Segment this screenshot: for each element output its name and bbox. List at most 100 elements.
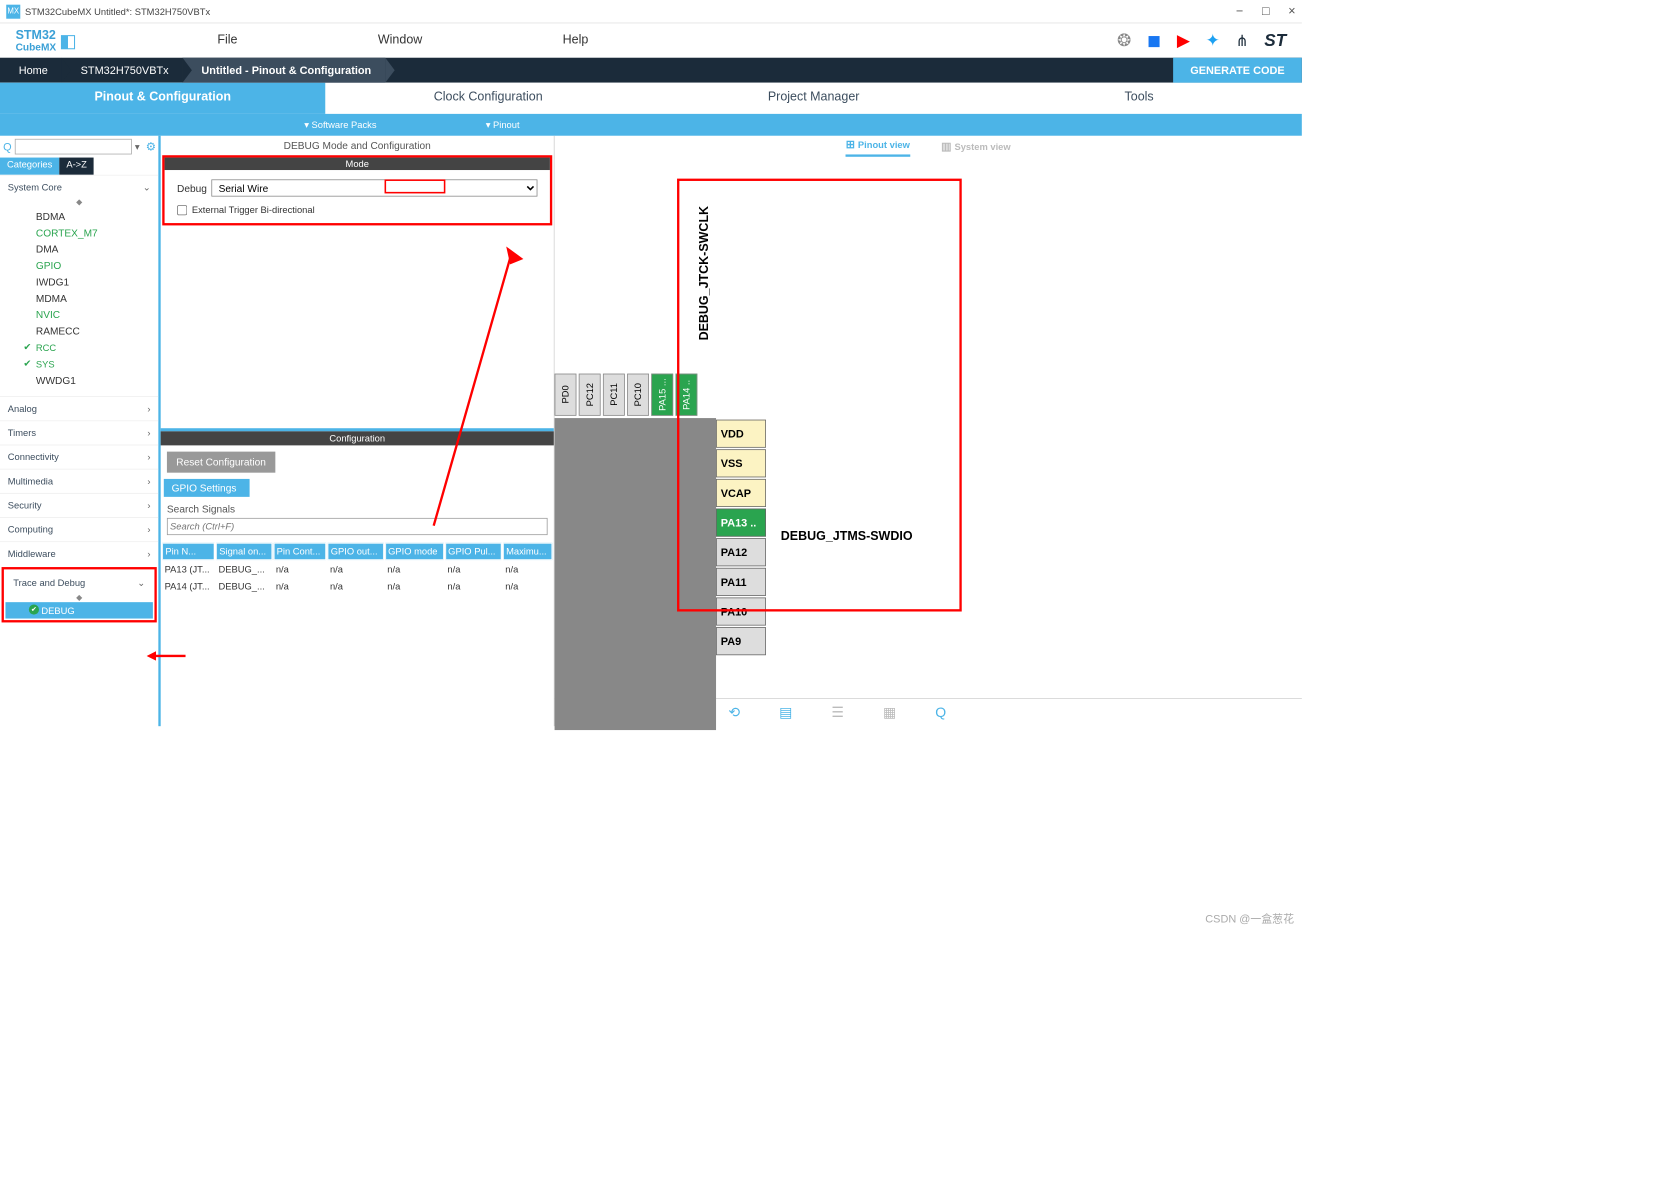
cat-analog[interactable]: Analog› bbox=[0, 396, 158, 420]
list-icon[interactable]: ☰ bbox=[831, 704, 844, 720]
cat-middleware[interactable]: Middleware› bbox=[0, 541, 158, 565]
watermark: CSDN @一盒葱花 bbox=[1205, 911, 1294, 927]
youtube-icon[interactable]: ▶ bbox=[1177, 30, 1190, 50]
cat-timers[interactable]: Timers› bbox=[0, 420, 158, 444]
search-icon: Q bbox=[3, 140, 11, 152]
cat-multimedia[interactable]: Multimedia› bbox=[0, 469, 158, 493]
software-packs-menu[interactable]: Software Packs bbox=[304, 119, 376, 130]
sidebar-item-dma[interactable]: DMA bbox=[0, 241, 158, 257]
breadcrumb-chip[interactable]: STM32H750VBTx bbox=[62, 58, 183, 83]
social-icons: ❂ ◼ ▶ ✦ ⋔ ST bbox=[1117, 30, 1286, 50]
pin-pa14[interactable]: PA14 .. bbox=[675, 374, 697, 416]
search-icon[interactable]: Q bbox=[935, 704, 946, 720]
sidebar-item-mdma[interactable]: MDMA bbox=[0, 290, 158, 306]
main-tabs: Pinout & Configuration Clock Configurati… bbox=[0, 83, 1302, 114]
az-tab[interactable]: A->Z bbox=[59, 158, 94, 175]
facebook-icon[interactable]: ◼ bbox=[1147, 30, 1161, 50]
rotate-icon[interactable]: ⟲ bbox=[728, 704, 740, 720]
pin-pa9[interactable]: PA9 bbox=[716, 627, 766, 655]
sidebar-item-gpio[interactable]: GPIO bbox=[0, 257, 158, 273]
window-controls: − □ × bbox=[1236, 4, 1296, 18]
right-panel: ⊞ Pinout view ▥ System view DEBUG_JTCK-S… bbox=[555, 136, 1302, 726]
check-icon: ✔ bbox=[23, 342, 31, 353]
debug-label: Debug bbox=[177, 182, 207, 194]
system-view-tab[interactable]: ▥ System view bbox=[941, 139, 1011, 155]
pinout-menu[interactable]: Pinout bbox=[486, 119, 520, 130]
table-row: PA14 (JT...DEBUG_...n/an/an/an/an/a bbox=[162, 579, 552, 595]
breadcrumb-home[interactable]: Home bbox=[0, 58, 62, 83]
check-icon: ✔ bbox=[23, 358, 31, 369]
pin-vcap[interactable]: VCAP bbox=[716, 479, 766, 507]
pin-pa11[interactable]: PA11 bbox=[716, 568, 766, 596]
window-title: STM32CubeMX Untitled*: STM32H750VBTx bbox=[25, 6, 210, 17]
menu-window[interactable]: Window bbox=[378, 34, 422, 48]
chip-view[interactable]: DEBUG_JTCK-SWCLK PD0 PC12 PC11 PC10 PA15… bbox=[555, 159, 1302, 698]
left-panel: Q ▾ ⚙ Categories A->Z System Core⌄ ◆ BDM… bbox=[0, 136, 161, 726]
debug-select[interactable]: Serial Wire bbox=[212, 179, 538, 196]
cat-system-core[interactable]: System Core⌄ bbox=[0, 175, 158, 199]
titlebar: MX STM32CubeMX Untitled*: STM32H750VBTx … bbox=[0, 0, 1302, 23]
sidebar-item-rcc[interactable]: ✔RCC bbox=[0, 339, 158, 355]
search-signals-input[interactable] bbox=[167, 518, 548, 535]
share-icon[interactable]: ⋔ bbox=[1236, 31, 1249, 50]
sidebar-item-debug[interactable]: ✔DEBUG bbox=[5, 602, 152, 618]
reset-configuration-button[interactable]: Reset Configuration bbox=[167, 452, 275, 473]
pin-pd0[interactable]: PD0 bbox=[555, 374, 577, 416]
pin-pc11[interactable]: PC11 bbox=[603, 374, 625, 416]
st-logo-icon: ST bbox=[1264, 30, 1286, 50]
pin-label: DEBUG_JTMS-SWDIO bbox=[781, 530, 913, 544]
gpio-settings-tab[interactable]: GPIO Settings bbox=[164, 479, 250, 497]
chip-body bbox=[555, 418, 716, 730]
pin-pa12[interactable]: PA12 bbox=[716, 538, 766, 566]
grid-icon[interactable]: ▦ bbox=[883, 704, 896, 720]
cat-connectivity[interactable]: Connectivity› bbox=[0, 445, 158, 469]
category-search-input[interactable] bbox=[15, 139, 132, 155]
breadcrumb: Home STM32H750VBTx Untitled - Pinout & C… bbox=[0, 58, 1302, 83]
chevron-right-icon: › bbox=[147, 403, 150, 414]
check-circle-icon: ✔ bbox=[29, 605, 39, 615]
cat-trace-debug[interactable]: Trace and Debug⌄ bbox=[5, 571, 152, 594]
categories-tab[interactable]: Categories bbox=[0, 158, 59, 175]
layers-icon[interactable]: ▤ bbox=[779, 704, 792, 720]
breadcrumb-page[interactable]: Untitled - Pinout & Configuration bbox=[183, 58, 386, 83]
pin-pc10[interactable]: PC10 bbox=[627, 374, 649, 416]
tab-tools[interactable]: Tools bbox=[976, 83, 1301, 114]
pinout-view-tab[interactable]: ⊞ Pinout view bbox=[846, 138, 910, 157]
search-dropdown-icon[interactable]: ▾ bbox=[135, 141, 140, 152]
cat-security[interactable]: Security› bbox=[0, 493, 158, 517]
sidebar-item-iwdg[interactable]: IWDG1 bbox=[0, 274, 158, 290]
sidebar-item-bdma[interactable]: BDMA bbox=[0, 208, 158, 224]
pin-vss[interactable]: VSS bbox=[716, 449, 766, 477]
mode-header: Mode bbox=[165, 158, 550, 170]
close-icon[interactable]: × bbox=[1288, 4, 1295, 18]
sidebar-item-sys[interactable]: ✔SYS bbox=[0, 356, 158, 372]
pin-pa15[interactable]: PA15 ... bbox=[651, 374, 673, 416]
chevron-down-icon: ⌄ bbox=[143, 182, 151, 193]
pin-vdd[interactable]: VDD bbox=[716, 420, 766, 448]
menu-help[interactable]: Help bbox=[563, 34, 589, 48]
gpio-table: Pin N...Signal on...Pin Cont...GPIO out.… bbox=[161, 541, 554, 596]
tab-clock[interactable]: Clock Configuration bbox=[325, 83, 650, 114]
tab-pinout[interactable]: Pinout & Configuration bbox=[0, 83, 325, 114]
mode-box: Mode Debug Serial Wire External Trigger … bbox=[162, 155, 552, 225]
mid-panel: DEBUG Mode and Configuration Mode Debug … bbox=[161, 136, 555, 726]
sidebar-item-ramecc[interactable]: RAMECC bbox=[0, 323, 158, 339]
menubar: STM32CubeMX ◧ File Window Help ❂ ◼ ▶ ✦ ⋔… bbox=[0, 23, 1302, 57]
sidebar-item-nvic[interactable]: NVIC bbox=[0, 307, 158, 323]
pin-pa10[interactable]: PA10 bbox=[716, 597, 766, 625]
generate-code-button[interactable]: GENERATE CODE bbox=[1173, 58, 1302, 83]
maximize-icon[interactable]: □ bbox=[1262, 4, 1270, 18]
subbar: Software Packs Pinout bbox=[0, 114, 1302, 136]
logo: STM32CubeMX ◧ bbox=[16, 29, 77, 52]
sidebar-item-wwdg[interactable]: WWDG1 bbox=[0, 372, 158, 388]
pin-pa13[interactable]: PA13 .. bbox=[716, 509, 766, 537]
minimize-icon[interactable]: − bbox=[1236, 4, 1243, 18]
gear-icon[interactable]: ⚙ bbox=[146, 140, 156, 154]
tab-project[interactable]: Project Manager bbox=[651, 83, 976, 114]
sidebar-item-cortex[interactable]: CORTEX_M7 bbox=[0, 225, 158, 241]
pin-pc12[interactable]: PC12 bbox=[579, 374, 601, 416]
menu-file[interactable]: File bbox=[217, 34, 237, 48]
cat-computing[interactable]: Computing› bbox=[0, 517, 158, 541]
twitter-icon[interactable]: ✦ bbox=[1206, 30, 1220, 50]
external-trigger-checkbox[interactable] bbox=[177, 205, 187, 215]
